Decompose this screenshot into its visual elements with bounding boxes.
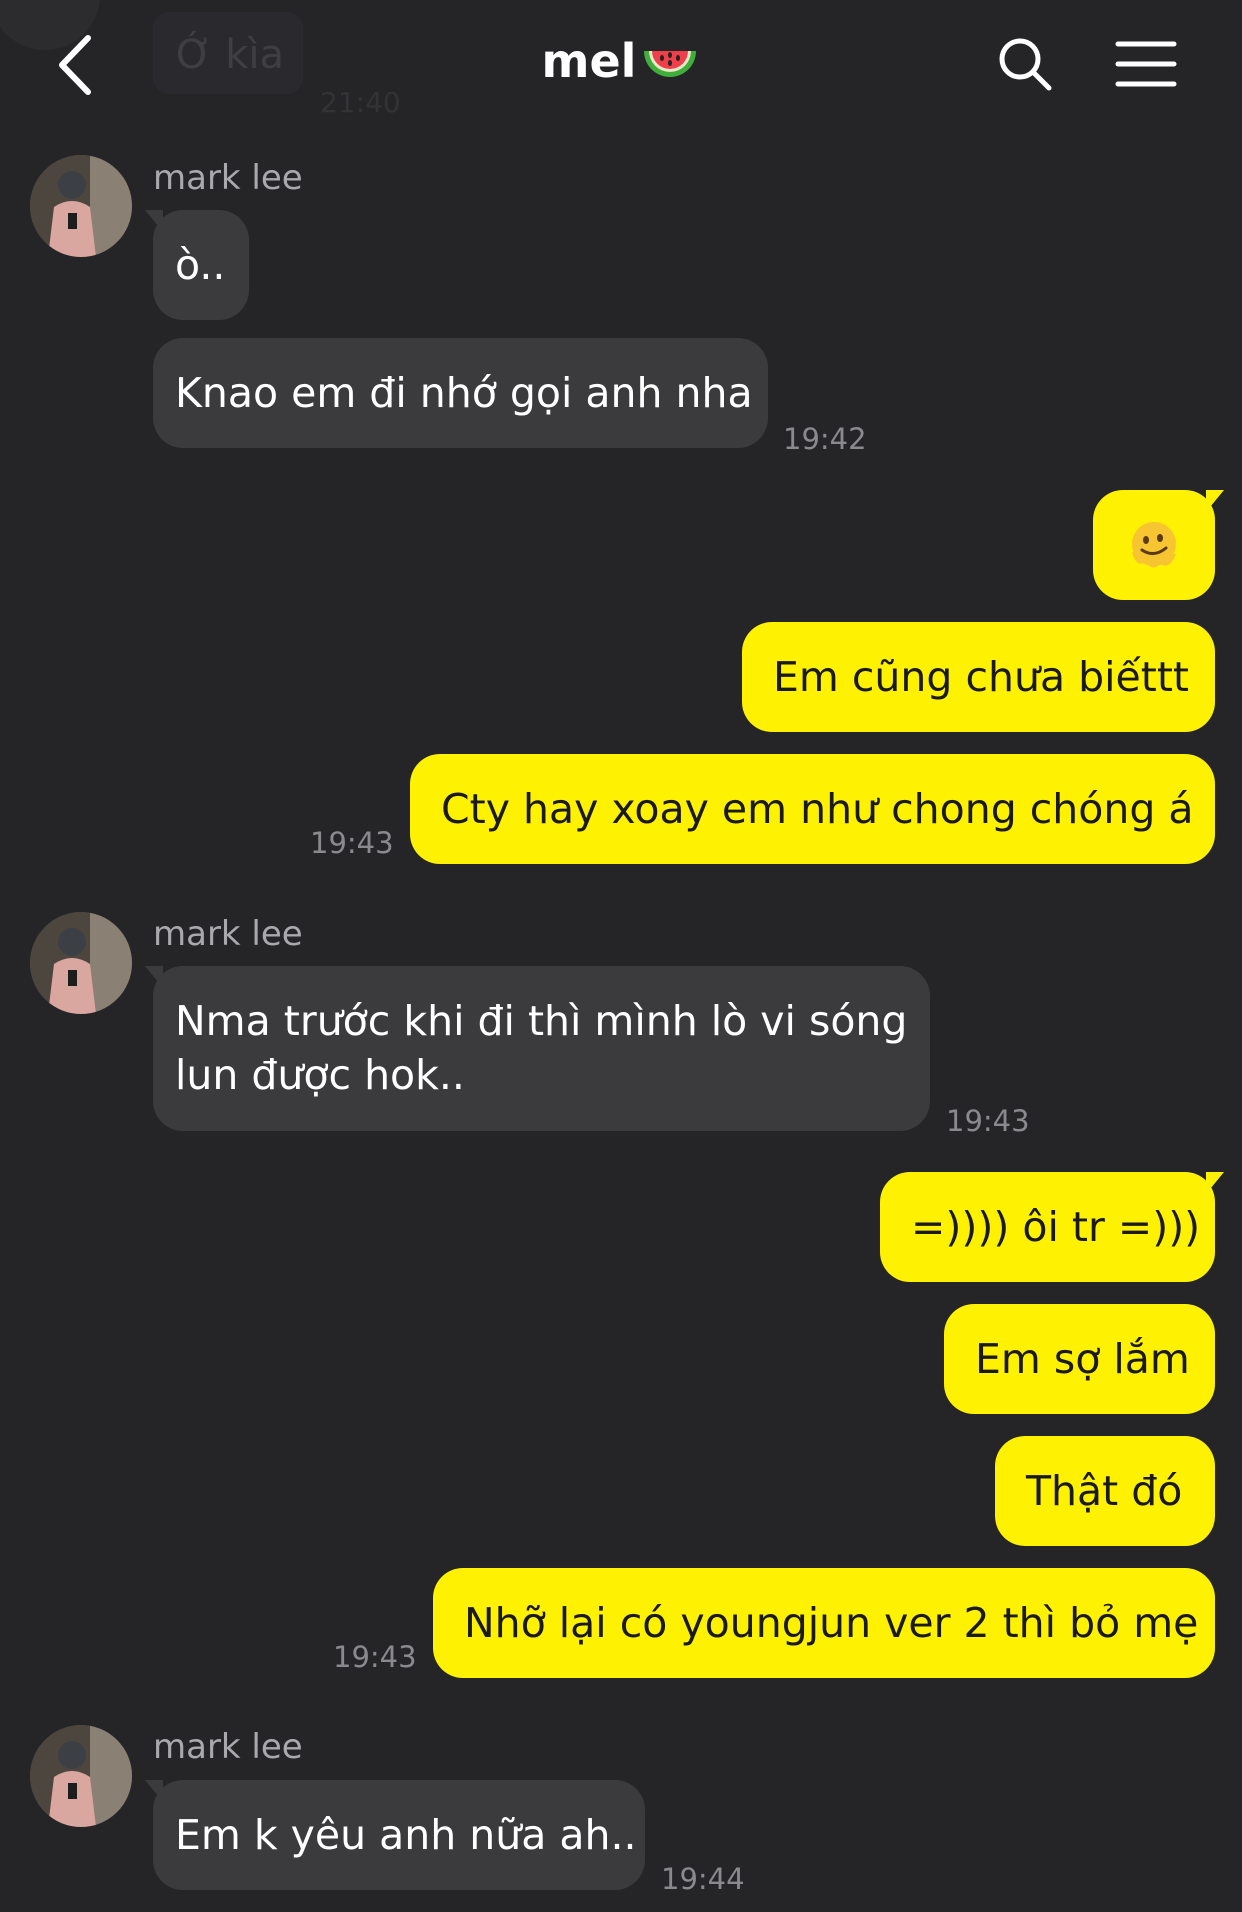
message-bubble[interactable]: Thật đó (995, 1436, 1215, 1546)
avatar[interactable] (30, 155, 132, 257)
profile-photo-icon (30, 155, 132, 257)
message-text: Em sợ lắm (975, 1335, 1190, 1383)
melting-face-icon (1132, 522, 1176, 568)
message-text: ò.. (175, 241, 226, 289)
message-bubble[interactable]: =)))) ôi tr =))) (880, 1172, 1215, 1282)
message-text: Nhỡ lại có youngjun ver 2 thì bỏ mẹ (464, 1599, 1199, 1647)
message-bubble[interactable] (1093, 490, 1215, 600)
chat-title: mel (0, 34, 1242, 89)
sender-name: mark lee (153, 914, 303, 954)
message-text: Em cũng chưa biếttt (773, 653, 1189, 701)
hamburger-menu-icon (1115, 41, 1177, 87)
message-bubble[interactable]: Em sợ lắm (944, 1304, 1215, 1414)
message-bubble[interactable]: Knao em đi nhớ gọi anh nha (153, 338, 768, 448)
message-bubble[interactable]: Em cũng chưa biếttt (742, 622, 1215, 732)
search-button[interactable] (995, 34, 1055, 94)
message-text: Thật đó (1026, 1467, 1183, 1515)
menu-button[interactable] (1115, 38, 1177, 90)
message-bubble[interactable]: Em k yêu anh nữa ah.. (153, 1780, 645, 1890)
message-bubble[interactable]: ò.. (153, 210, 249, 320)
message-text: Em k yêu anh nữa ah.. (175, 1811, 637, 1859)
message-text: =)))) ôi tr =))) (911, 1203, 1201, 1251)
message-text: Knao em đi nhớ gọi anh nha (175, 369, 753, 417)
message-text-line-1: Nma trước khi đi thì mình lò vi sóng (175, 997, 908, 1045)
message-text: Cty hay xoay em như chong chóng á (441, 785, 1194, 833)
message-time: 19:43 (946, 1104, 1030, 1138)
message-time: 19:43 (333, 1640, 417, 1674)
message-bubble[interactable]: Nma trước khi đi thì mình lò vi sóng lun… (153, 966, 930, 1131)
message-time: 19:43 (310, 826, 394, 860)
watermelon-icon (644, 50, 697, 77)
avatar[interactable] (30, 1725, 132, 1827)
search-icon (999, 38, 1052, 91)
sender-name: mark lee (153, 1727, 303, 1767)
message-time: 19:44 (661, 1862, 745, 1896)
message-bubble[interactable]: Nhỡ lại có youngjun ver 2 thì bỏ mẹ (433, 1568, 1215, 1678)
message-time: 19:42 (783, 422, 867, 456)
scrolled-message-time: 21:40 (320, 86, 401, 119)
profile-photo-icon (30, 912, 132, 1014)
profile-photo-icon (30, 1725, 132, 1827)
chat-header: Ớ kìa 21:40 mel (0, 0, 1242, 130)
chat-title-text: mel (541, 34, 637, 88)
avatar[interactable] (30, 912, 132, 1014)
sender-name: mark lee (153, 158, 303, 198)
message-text-line-2: lun được hok.. (175, 1051, 465, 1099)
message-bubble[interactable]: Cty hay xoay em như chong chóng á (410, 754, 1215, 864)
